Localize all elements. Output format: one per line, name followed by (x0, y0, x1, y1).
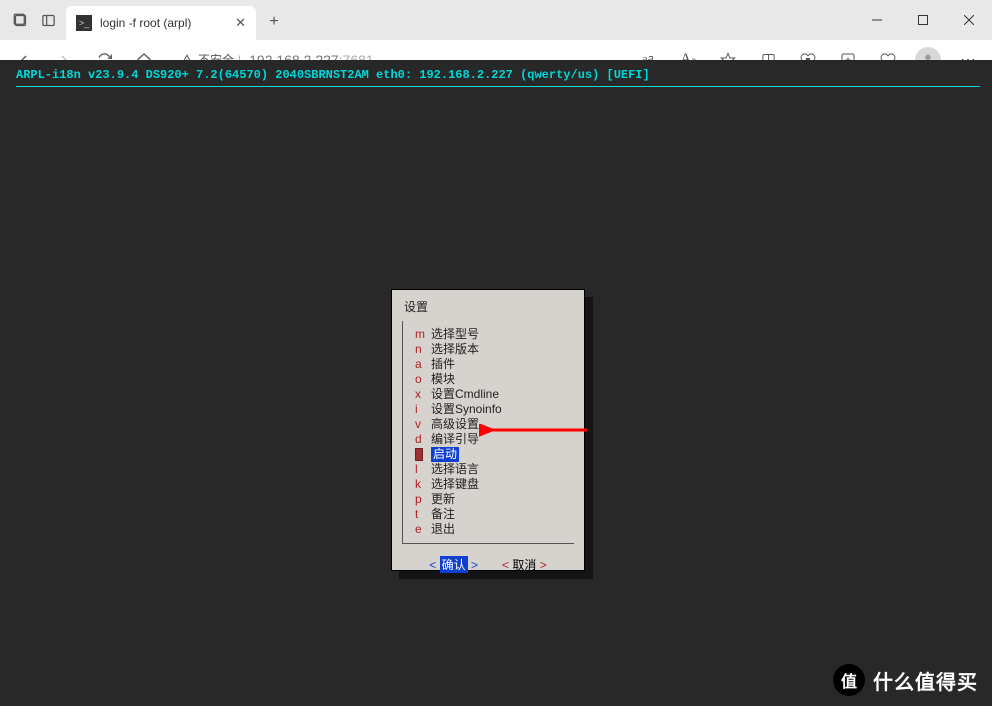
tab-actions-icon[interactable] (8, 6, 32, 34)
close-icon[interactable]: ✕ (235, 15, 246, 31)
settings-dialog: 设置 m选择型号n选择版本a插件o模块x设置Cmdlinei设置Synoinfo… (391, 289, 585, 571)
menu-item[interactable]: v高级设置 (415, 417, 566, 432)
cancel-button[interactable]: < 取消 > (502, 556, 547, 573)
minimize-button[interactable] (854, 4, 900, 36)
dialog-title: 设置 (392, 290, 584, 319)
ok-button[interactable]: < 确认 > (429, 556, 478, 573)
menu-item[interactable]: 启动 (415, 447, 566, 462)
page-viewport: ARPL-i18n v23.9.4 DS920+ 7.2(64570) 2040… (0, 60, 992, 706)
browser-tab[interactable]: >_ login -f root (arpl) ✕ (66, 6, 256, 40)
status-divider (16, 86, 980, 87)
sidebar-icon[interactable] (36, 6, 60, 34)
window-close-button[interactable] (946, 4, 992, 36)
menu-item[interactable]: k选择键盘 (415, 477, 566, 492)
new-tab-button[interactable]: + (260, 8, 288, 36)
menu-item[interactable]: t备注 (415, 507, 566, 522)
watermark: 值 什么值得买 (833, 664, 978, 696)
menu-item[interactable]: a插件 (415, 357, 566, 372)
menu-item[interactable]: i设置Synoinfo (415, 402, 566, 417)
menu-item[interactable]: x设置Cmdline (415, 387, 566, 402)
menu-item[interactable]: o模块 (415, 372, 566, 387)
watermark-badge: 值 (833, 664, 865, 696)
menu-item[interactable]: m选择型号 (415, 327, 566, 342)
menu-item[interactable]: l选择语言 (415, 462, 566, 477)
dialog-menu: m选择型号n选择版本a插件o模块x设置Cmdlinei设置Synoinfov高级… (402, 321, 574, 544)
window-titlebar: >_ login -f root (arpl) ✕ + (0, 0, 992, 40)
maximize-button[interactable] (900, 4, 946, 36)
menu-item[interactable]: p更新 (415, 492, 566, 507)
watermark-text: 什么值得买 (873, 666, 978, 695)
menu-item[interactable]: d编译引导 (415, 432, 566, 447)
tab-title: login -f root (arpl) (100, 16, 227, 30)
tab-favicon: >_ (76, 15, 92, 31)
menu-item[interactable]: n选择版本 (415, 342, 566, 357)
status-line: ARPL-i18n v23.9.4 DS920+ 7.2(64570) 2040… (16, 68, 650, 82)
menu-item[interactable]: e退出 (415, 522, 566, 537)
